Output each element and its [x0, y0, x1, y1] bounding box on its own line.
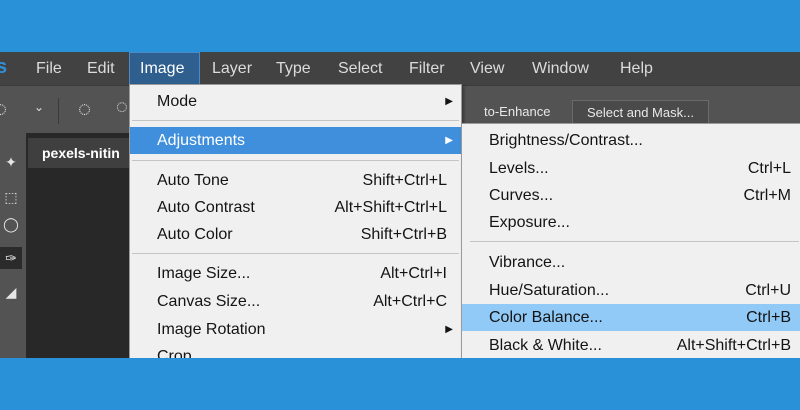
menu-layer[interactable]: Layer [202, 52, 262, 85]
menu-item-adjustments[interactable]: Adjustments ▶ [130, 127, 461, 154]
menu-item-label: Black & White... [489, 337, 602, 354]
chevron-down-icon[interactable]: ⌄ [34, 100, 44, 114]
brush-add-icon[interactable]: ◌ [78, 96, 91, 122]
menu-item-shortcut: Shift+Ctrl+L [362, 172, 447, 189]
menu-item-shortcut: Ctrl+M [743, 187, 791, 204]
menu-item-mode[interactable]: Mode ▶ [130, 88, 461, 115]
menu-item-image-size[interactable]: Image Size... Alt+Ctrl+I [130, 260, 461, 287]
menu-item-curves[interactable]: Curves... Ctrl+M [462, 182, 800, 209]
menu-help[interactable]: Help [610, 52, 663, 85]
menu-item-label: Image Rotation [157, 321, 266, 338]
menu-item-crop[interactable]: Crop [130, 343, 461, 358]
menu-item-shortcut: Ctrl+L [747, 160, 791, 177]
menu-filter[interactable]: Filter [399, 52, 455, 85]
menu-item-levels[interactable]: Levels... Ctrl+L [462, 155, 800, 182]
auto-enhance-checkbox-label[interactable]: to-Enhance [484, 100, 551, 124]
select-and-mask-button[interactable]: Select and Mask... [572, 100, 709, 124]
menu-item-label: Color Balance... [489, 309, 603, 326]
crop-tool-icon[interactable]: ◢ [0, 281, 22, 303]
document-canvas[interactable] [28, 168, 138, 358]
menu-item-label: Levels... [489, 160, 549, 177]
menu-edit[interactable]: Edit [77, 52, 125, 85]
menu-item-shortcut: Alt+Ctrl+C [373, 293, 447, 310]
menu-item-shortcut: Ctrl+U [745, 282, 791, 299]
menu-image[interactable]: Image [129, 52, 200, 85]
submenu-arrow-icon: ▶ [445, 135, 453, 146]
brush-subtract-icon[interactable]: ◌ [116, 96, 128, 119]
lasso-tool-icon[interactable]: ◯ [0, 213, 22, 235]
menu-item-shortcut: Ctrl+B [746, 309, 791, 326]
menu-item-exposure[interactable]: Exposure... [462, 209, 800, 236]
menu-item-label: Curves... [489, 187, 554, 204]
document-tab[interactable]: pexels-nitin [28, 138, 138, 168]
adjustments-submenu: Brightness/Contrast... Levels... Ctrl+L … [461, 123, 800, 358]
menu-item-brightness-contrast[interactable]: Brightness/Contrast... [462, 127, 800, 154]
menu-item-canvas-size[interactable]: Canvas Size... Alt+Ctrl+C [130, 288, 461, 315]
menu-item-label: Auto Contrast [157, 199, 255, 216]
menu-window[interactable]: Window [522, 52, 599, 85]
menu-item-label: Adjustments [157, 132, 246, 149]
menu-item-label: Image Size... [157, 265, 251, 282]
menu-item-color-balance[interactable]: Color Balance... Ctrl+B [462, 304, 800, 331]
menu-item-label: Canvas Size... [157, 293, 261, 310]
tools-panel: ✦ ⬚ ◯ ✑ ◢ [0, 133, 26, 358]
menu-item-shortcut: Alt+Shift+Ctrl+L [334, 199, 448, 216]
menu-view[interactable]: View [460, 52, 514, 85]
submenu-arrow-icon: ▶ [445, 324, 453, 335]
menu-separator [132, 160, 459, 161]
menu-item-label: Auto Tone [157, 172, 229, 189]
menu-item-shortcut: Alt+Ctrl+I [380, 265, 447, 282]
menu-select[interactable]: Select [328, 52, 392, 85]
options-divider [58, 98, 59, 124]
quick-selection-tool-icon[interactable]: ✑ [0, 247, 22, 269]
menu-item-auto-color[interactable]: Auto Color Shift+Ctrl+B [130, 221, 461, 248]
menu-item-auto-tone[interactable]: Auto Tone Shift+Ctrl+L [130, 167, 461, 194]
menu-item-shortcut: Alt+Shift+Ctrl+B [676, 337, 791, 354]
menu-item-label: Hue/Saturation... [489, 282, 610, 299]
menu-bar: s File Edit Image Layer Type Select Filt… [0, 52, 800, 85]
quick-selection-icon[interactable]: ◌ [0, 96, 7, 122]
move-tool-icon[interactable]: ✦ [0, 151, 22, 173]
photoshop-window: s File Edit Image Layer Type Select Filt… [0, 52, 800, 358]
menu-separator [132, 120, 459, 121]
menu-file[interactable]: File [26, 52, 72, 85]
menu-item-shortcut: Shift+Ctrl+B [360, 226, 447, 243]
menu-separator [470, 241, 799, 242]
menu-item-image-rotation[interactable]: Image Rotation ▶ [130, 316, 461, 343]
menu-item-label: Brightness/Contrast... [489, 132, 643, 149]
menu-item-vibrance[interactable]: Vibrance... [462, 249, 800, 276]
menu-separator [132, 253, 459, 254]
marquee-tool-icon[interactable]: ⬚ [0, 186, 22, 208]
menu-item-black-white[interactable]: Black & White... Alt+Shift+Ctrl+B [462, 332, 800, 358]
menu-item-label: Vibrance... [489, 254, 566, 271]
menu-item-label: Mode [157, 93, 198, 110]
menu-type[interactable]: Type [266, 52, 321, 85]
submenu-arrow-icon: ▶ [445, 96, 453, 107]
menu-item-hue-saturation[interactable]: Hue/Saturation... Ctrl+U [462, 277, 800, 304]
menu-item-label: Exposure... [489, 214, 570, 231]
menu-item-auto-contrast[interactable]: Auto Contrast Alt+Shift+Ctrl+L [130, 194, 461, 221]
menu-item-label: Auto Color [157, 226, 233, 243]
photoshop-logo: s [0, 56, 8, 78]
image-menu: Mode ▶ Adjustments ▶ Auto Tone Shift+Ctr… [129, 84, 462, 358]
menu-item-label: Crop [157, 348, 192, 358]
